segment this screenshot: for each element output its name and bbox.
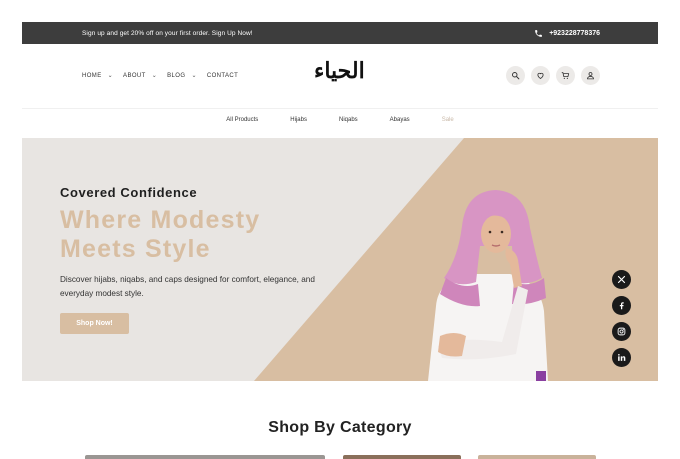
search-button[interactable] (506, 66, 525, 85)
phone-number: +923228778376 (549, 29, 600, 37)
nav-item-blog[interactable]: BLOG ⌄ (167, 72, 197, 80)
search-icon (512, 72, 520, 80)
hero-title: Where Modesty Meets Style (60, 206, 350, 264)
x-icon (617, 275, 626, 284)
category-all-products[interactable]: All Products (210, 117, 274, 131)
phone-contact[interactable]: +923228778376 (534, 29, 600, 38)
category-nav: All Products Hijabs Niqabs Abayas Sale (22, 117, 658, 131)
social-links (612, 270, 631, 367)
header-icons (506, 66, 600, 85)
page: Sign up and get 20% off on your first or… (0, 0, 680, 459)
facebook-icon (619, 302, 624, 310)
shop-now-button[interactable]: Shop Now! (60, 313, 129, 334)
category-card[interactable] (343, 455, 461, 459)
hero-model-image (428, 190, 548, 381)
nav-label: HOME (82, 72, 102, 79)
nav-item-home[interactable]: HOME ⌄ (82, 72, 114, 80)
announcement-bar: Sign up and get 20% off on your first or… (22, 22, 658, 44)
cart-button[interactable] (556, 66, 575, 85)
nav-label: ABOUT (123, 72, 146, 79)
category-niqabs[interactable]: Niqabs (323, 117, 374, 131)
nav-label: BLOG (167, 72, 186, 79)
section-title: Shop By Category (268, 419, 412, 436)
hero-title-line: Where Modesty (60, 206, 261, 234)
wishlist-button[interactable] (531, 66, 550, 85)
user-icon (587, 72, 594, 80)
phone-icon (535, 29, 543, 37)
instagram-link[interactable] (612, 322, 631, 341)
chevron-down-icon: ⌄ (191, 73, 197, 79)
cart-icon (561, 72, 570, 79)
promo-text[interactable]: Sign up and get 20% off on your first or… (82, 30, 253, 37)
category-abayas[interactable]: Abayas (374, 117, 426, 131)
category-sale[interactable]: Sale (426, 117, 470, 131)
instagram-icon (617, 327, 626, 336)
category-card[interactable] (85, 455, 325, 459)
nav-label: CONTACT (206, 72, 239, 79)
nav-item-contact[interactable]: CONTACT (207, 73, 238, 79)
header-divider (22, 108, 658, 109)
chevron-down-icon: ⌄ (151, 73, 158, 79)
hero-title-line: Meets Style (60, 235, 211, 263)
category-card[interactable] (478, 455, 596, 459)
linkedin-icon (618, 353, 626, 361)
linkedin-link[interactable] (612, 348, 631, 367)
x-link[interactable] (612, 270, 631, 289)
hero-banner: Covered Confidence Where Modesty Meets S… (22, 138, 658, 381)
account-button[interactable] (581, 66, 600, 85)
hero-description: Discover hijabs, niqabs, and caps design… (60, 275, 315, 298)
hero-subtitle: Covered Confidence (60, 185, 198, 200)
nav-item-about[interactable]: ABOUT ⌄ (123, 72, 158, 80)
chevron-down-icon: ⌄ (107, 73, 114, 79)
heart-icon (537, 72, 544, 79)
category-hijabs[interactable]: Hijabs (274, 117, 323, 131)
site-header: HOME ⌄ ABOUT ⌄ BLOG ⌄ CONTACT الحياء (22, 44, 658, 108)
main-nav: HOME ⌄ ABOUT ⌄ BLOG ⌄ CONTACT (82, 72, 244, 80)
site-logo[interactable]: الحياء (314, 58, 365, 84)
facebook-link[interactable] (612, 296, 631, 315)
